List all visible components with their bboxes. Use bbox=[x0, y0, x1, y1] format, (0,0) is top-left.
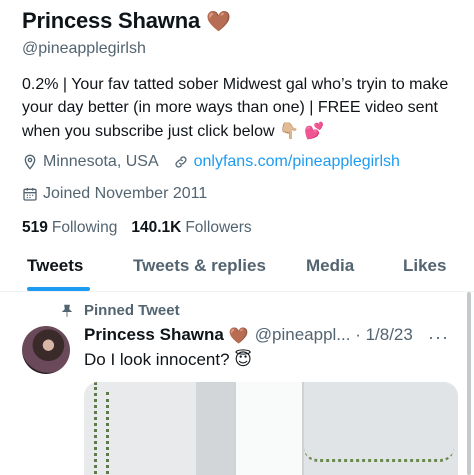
profile-handle: @pineapplegirlsh bbox=[22, 40, 146, 57]
tweet-author[interactable]: Princess Shawna bbox=[84, 325, 224, 345]
bio-emoji: 👇🏼 💕 bbox=[279, 121, 324, 140]
followers-link[interactable]: 140.1K Followers bbox=[131, 219, 251, 237]
profile-bio: 0.2% | Your fav tatted sober Midwest gal… bbox=[22, 73, 462, 143]
map-pin-icon bbox=[24, 154, 36, 170]
heart-emoji: 🤎 bbox=[205, 9, 231, 33]
tab-tweets[interactable]: Tweets bbox=[27, 256, 83, 276]
pin-icon bbox=[61, 304, 73, 317]
bio-text: 0.2% | Your fav tatted sober Midwest gal… bbox=[22, 76, 449, 140]
website[interactable]: onlyfans.com/pineapplegirlsh bbox=[173, 153, 400, 171]
media-vine bbox=[94, 382, 97, 475]
profile-tabs: Tweets Tweets & replies Media Likes bbox=[0, 246, 474, 290]
tweet-text: Do I look innocent? 😇 bbox=[84, 350, 252, 370]
pinned-text: Pinned Tweet bbox=[84, 302, 180, 319]
profile-name: Princess Shawna bbox=[22, 8, 200, 33]
tabs-divider bbox=[0, 291, 474, 292]
media-garland bbox=[304, 448, 454, 462]
tweet-handle-date[interactable]: @pineappl... · 1/8/23 bbox=[255, 325, 413, 345]
profile-name-row: Princess Shawna 🤎 bbox=[22, 6, 462, 36]
profile-header: Princess Shawna 🤎 @pineapplegirlsh 0.2% … bbox=[22, 6, 462, 239]
following-count: 519 bbox=[22, 219, 48, 236]
more-options-button[interactable]: ··· bbox=[428, 327, 449, 348]
tweet-header: Princess Shawna 🤎 @pineappl... · 1/8/23 bbox=[84, 325, 413, 345]
followers-count: 140.1K bbox=[131, 219, 182, 236]
tweet-media[interactable] bbox=[84, 382, 458, 475]
heart-emoji: 🤎 bbox=[228, 325, 249, 345]
followers-label: Followers bbox=[185, 219, 252, 236]
following-link[interactable]: 519 Following bbox=[22, 219, 117, 237]
tab-media[interactable]: Media bbox=[306, 256, 354, 276]
scrollbar[interactable] bbox=[467, 292, 471, 475]
joined-text: Joined November 2011 bbox=[43, 185, 208, 202]
following-label: Following bbox=[51, 219, 118, 236]
location: Minnesota, USA bbox=[22, 153, 159, 171]
media-vine bbox=[106, 392, 109, 475]
location-text: Minnesota, USA bbox=[43, 153, 159, 170]
profile-meta: Minnesota, USA onlyfans.com/pineapplegir… bbox=[22, 151, 462, 173]
link-icon bbox=[175, 156, 187, 168]
tab-tweets-replies[interactable]: Tweets & replies bbox=[133, 256, 266, 276]
calendar-icon bbox=[23, 188, 37, 201]
halo-emoji: 😇 bbox=[234, 350, 253, 370]
follow-stats: 519 Following 140.1K Followers bbox=[22, 217, 462, 239]
website-link[interactable]: onlyfans.com/pineapplegirlsh bbox=[194, 153, 400, 171]
joined-row: Joined November 2011 bbox=[22, 183, 462, 205]
tab-likes[interactable]: Likes bbox=[403, 256, 446, 276]
joined-date: Joined November 2011 bbox=[22, 185, 207, 203]
tweet-body: Do I look innocent? bbox=[84, 350, 230, 369]
media-window bbox=[234, 382, 304, 475]
pinned-label: Pinned Tweet bbox=[60, 302, 180, 319]
avatar[interactable] bbox=[22, 326, 70, 374]
